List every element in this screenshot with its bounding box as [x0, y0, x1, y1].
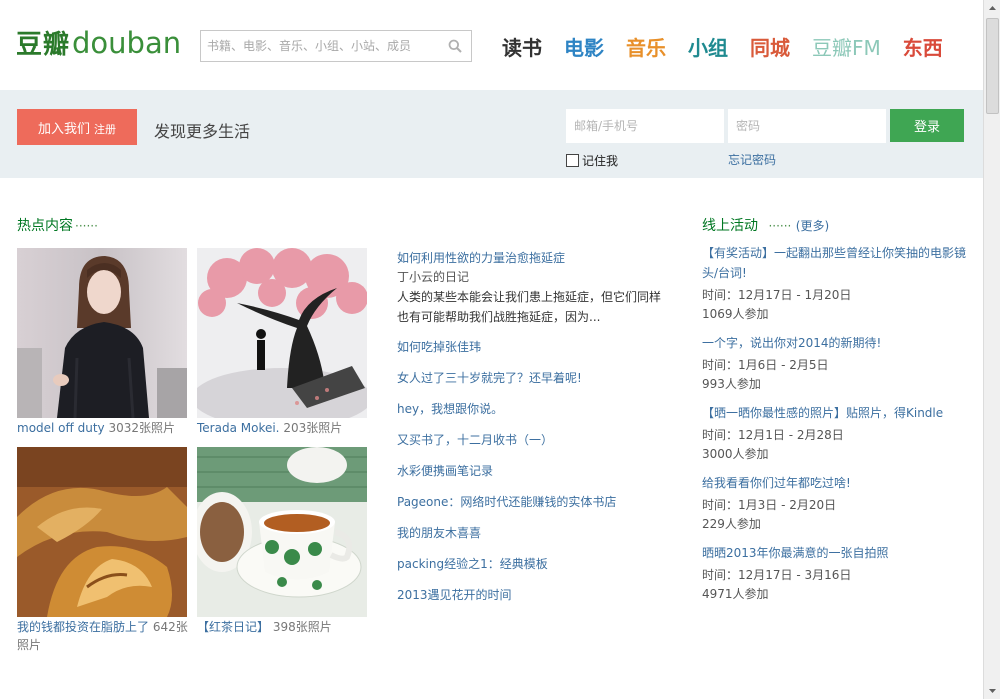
- event-time: 时间：1月6日 - 2月5日: [702, 358, 829, 372]
- article-link[interactable]: 水彩便携画笔记录: [397, 462, 669, 480]
- event-title-link[interactable]: 给我看看你们过年都吃过啥!: [702, 473, 974, 493]
- event-item: 给我看看你们过年都吃过啥! 时间：1月3日 - 2月20日 229人参加: [702, 473, 974, 534]
- album-photo-croissant[interactable]: [17, 447, 187, 617]
- vertical-scrollbar[interactable]: [983, 0, 1000, 699]
- album-link-tea[interactable]: 【红茶日记】: [197, 620, 269, 634]
- event-time: 时间：12月17日 - 3月16日: [702, 568, 852, 582]
- remember-label: 记住我: [582, 154, 619, 168]
- chevron-up-icon: [989, 6, 996, 10]
- photo-woman-image: [17, 248, 187, 418]
- events-list: 【有奖活动】一起翻出那些曾经让你笑抽的电影镜头/台词! 时间：12月17日 - …: [702, 243, 974, 604]
- event-title-link[interactable]: 【晒一晒你最性感的照片】贴照片，得Kindle: [702, 403, 974, 423]
- article-link[interactable]: hey，我想跟你说。: [397, 400, 669, 418]
- events-title-text: 线上活动: [702, 218, 758, 234]
- hot-title-dots: ······: [75, 219, 98, 233]
- album-link-model[interactable]: model off duty: [17, 421, 105, 435]
- search-icon[interactable]: [448, 39, 462, 53]
- album-caption-terada: Terada Mokei. 203张照片: [197, 419, 369, 437]
- article-link[interactable]: 女人过了三十岁就完了？还早着呢!: [397, 369, 669, 387]
- email-field[interactable]: [566, 109, 724, 143]
- logo-english-text: douban: [72, 26, 182, 60]
- album-caption-model: model off duty 3032张照片: [17, 419, 189, 437]
- events-title-dots: ······: [768, 219, 792, 233]
- event-time: 时间：12月17日 - 1月20日: [702, 288, 852, 302]
- scroll-thumb[interactable]: [986, 18, 999, 114]
- main-nav: 读书 电影 音乐 小组 同城 豆瓣FM 东西: [502, 34, 943, 62]
- register-label: 注册: [94, 122, 116, 136]
- event-item: 【晒一晒你最性感的照片】贴照片，得Kindle 时间：12月1日 - 2月28日…: [702, 403, 974, 464]
- article-link[interactable]: packing经验之1：经典模板: [397, 555, 669, 573]
- event-participants: 993人参加: [702, 377, 761, 391]
- nav-item-books[interactable]: 读书: [502, 34, 542, 62]
- nav-item-groups[interactable]: 小组: [688, 34, 728, 62]
- douban-logo[interactable]: 豆瓣 douban: [16, 24, 181, 64]
- remember-me[interactable]: 记住我: [566, 152, 618, 169]
- remember-checkbox[interactable]: [566, 154, 579, 167]
- album-photo-terada[interactable]: [197, 248, 367, 418]
- album-link-croissant[interactable]: 我的钱都投资在脂肪上了: [17, 620, 149, 634]
- logo-chinese-text: 豆瓣: [16, 30, 71, 60]
- photo-croissant-image: [17, 447, 187, 617]
- album-caption-tea: 【红茶日记】 398张照片: [197, 618, 369, 636]
- nav-item-local[interactable]: 同城: [750, 34, 790, 62]
- event-title-link[interactable]: 晒晒2013年你最满意的一张自拍照: [702, 543, 974, 563]
- scroll-down-arrow[interactable]: [985, 682, 1000, 699]
- search-input[interactable]: [201, 31, 441, 61]
- photo-tea-image: [197, 447, 367, 617]
- event-title-link[interactable]: 一个字，说出你对2014的新期待!: [702, 333, 974, 353]
- event-participants: 229人参加: [702, 517, 761, 531]
- tagline: 发现更多生活: [154, 122, 251, 141]
- chevron-down-icon: [989, 689, 996, 693]
- album-count: 398张照片: [272, 620, 332, 634]
- featured-article-title[interactable]: 如何利用性欲的力量治愈拖延症: [397, 249, 669, 267]
- event-participants: 3000人参加: [702, 447, 769, 461]
- events-more-link[interactable]: (更多): [796, 219, 829, 233]
- article-link[interactable]: 又买书了，十二月收书（一）: [397, 431, 669, 449]
- scroll-up-arrow[interactable]: [985, 0, 1000, 17]
- album-count: 3032张照片: [108, 421, 176, 435]
- nav-item-movies[interactable]: 电影: [564, 34, 604, 62]
- online-events-title: 线上活动 ······ (更多): [702, 215, 829, 235]
- nav-item-fm[interactable]: 豆瓣FM: [812, 34, 881, 62]
- login-button[interactable]: 登录: [890, 109, 964, 142]
- album-caption-croissant: 我的钱都投资在脂肪上了 642张照片: [17, 618, 189, 654]
- hot-content-title: 热点内容 ······: [17, 215, 98, 235]
- join-label: 加入我们: [37, 121, 90, 137]
- event-item: 晒晒2013年你最满意的一张自拍照 时间：12月17日 - 3月16日 4971…: [702, 543, 974, 604]
- event-item: 【有奖活动】一起翻出那些曾经让你笑抽的电影镜头/台词! 时间：12月17日 - …: [702, 243, 974, 324]
- forgot-password-link[interactable]: 忘记密码: [728, 151, 776, 168]
- featured-article-desc: 人类的某些本能会让我们患上拖延症，但它们同样也有可能帮助我们战胜拖延症，因为..…: [397, 290, 662, 324]
- article-link[interactable]: 2013遇见花开的时间: [397, 586, 669, 604]
- event-time: 时间：1月3日 - 2月20日: [702, 498, 837, 512]
- event-participants: 1069人参加: [702, 307, 769, 321]
- hot-article-list: 如何利用性欲的力量治愈拖延症 丁小云的日记 人类的某些本能会让我们患上拖延症，但…: [397, 249, 669, 604]
- event-title-link[interactable]: 【有奖活动】一起翻出那些曾经让你笑抽的电影镜头/台词!: [702, 243, 974, 283]
- article-link[interactable]: 我的朋友木喜喜: [397, 524, 669, 542]
- photo-tree-image: [197, 248, 367, 418]
- join-button[interactable]: 加入我们 注册: [17, 109, 137, 145]
- event-time: 时间：12月1日 - 2月28日: [702, 428, 844, 442]
- album-photo-model[interactable]: [17, 248, 187, 418]
- top-header: 豆瓣 douban 读书 电影 音乐 小组 同城 豆瓣FM 东西: [0, 0, 983, 90]
- album-photo-tea[interactable]: [197, 447, 367, 617]
- event-item: 一个字，说出你对2014的新期待! 时间：1月6日 - 2月5日 993人参加: [702, 333, 974, 394]
- album-count: 203张照片: [283, 421, 343, 435]
- nav-item-dongxi[interactable]: 东西: [903, 34, 943, 62]
- article-link[interactable]: 如何吃掉张佳玮: [397, 338, 669, 356]
- search-box: [200, 30, 472, 62]
- album-link-terada[interactable]: Terada Mokei.: [197, 421, 280, 435]
- hot-title-text: 热点内容: [17, 218, 73, 234]
- login-band: 加入我们注册 发现更多生活 登录 记住我 忘记密码: [0, 90, 983, 178]
- event-participants: 4971人参加: [702, 587, 769, 601]
- featured-article-source: 丁小云的日记: [397, 270, 470, 284]
- nav-item-music[interactable]: 音乐: [626, 34, 666, 62]
- article-link[interactable]: Pageone：网络时代还能赚钱的实体书店: [397, 493, 669, 511]
- password-field[interactable]: [728, 109, 886, 143]
